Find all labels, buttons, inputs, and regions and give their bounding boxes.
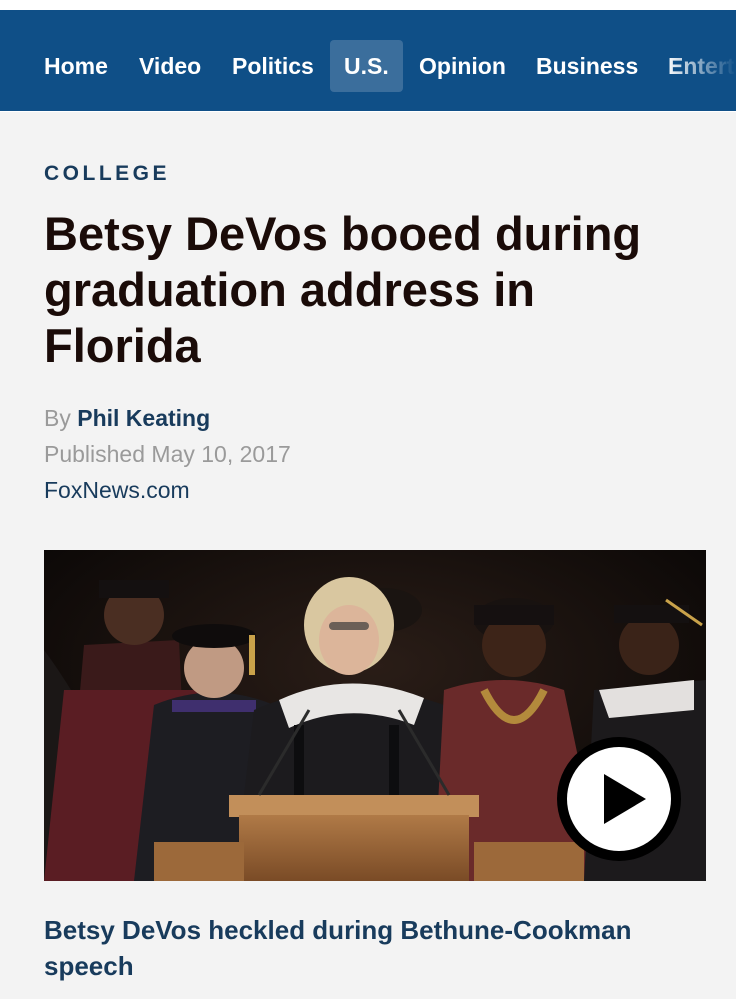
- article-headline: Betsy DeVos booed during graduation addr…: [44, 207, 642, 372]
- nav-entertainment[interactable]: Entertainment: [654, 40, 736, 92]
- byline-prefix: By: [44, 405, 71, 431]
- play-icon: [557, 737, 681, 861]
- section-label[interactable]: COLLEGE: [44, 162, 170, 186]
- video-player[interactable]: [44, 550, 706, 881]
- nav-politics[interactable]: Politics: [218, 40, 328, 92]
- nav-home[interactable]: Home: [30, 40, 122, 92]
- author-link[interactable]: Phil Keating: [77, 405, 210, 431]
- nav-us[interactable]: U.S.: [330, 40, 403, 92]
- main-nav: Home Video Politics U.S. Opinion Busines…: [0, 10, 736, 111]
- publish-date: Published May 10, 2017: [44, 441, 291, 467]
- nav-opinion[interactable]: Opinion: [405, 40, 520, 92]
- video-caption-link[interactable]: Betsy DeVos heckled during Bethune-Cookm…: [44, 912, 704, 984]
- source-label: FoxNews.com: [44, 477, 190, 503]
- nav-business[interactable]: Business: [522, 40, 652, 92]
- byline: By Phil Keating: [44, 405, 210, 432]
- video-play-button[interactable]: [554, 734, 684, 864]
- nav-video[interactable]: Video: [125, 40, 215, 92]
